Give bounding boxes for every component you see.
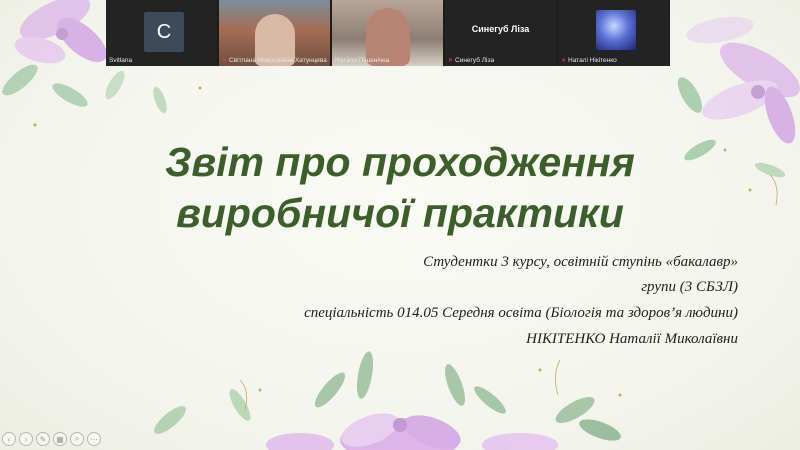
pen-icon[interactable]: ✎ (36, 432, 50, 446)
slide-title-line-1: Звіт про проходження (165, 139, 635, 185)
next-icon[interactable]: › (19, 432, 33, 446)
subtitle-line: спеціальність 014.05 Середня освіта (Біо… (304, 305, 738, 321)
participant-tile[interactable]: ✕ Світлана Миколаївна Хатунцева (219, 0, 330, 66)
mic-muted-icon: ✕ (448, 58, 454, 65)
participant-display-name: Синегуб Ліза (471, 24, 530, 34)
pages-icon[interactable]: ▦ (53, 432, 67, 446)
zoom-icon[interactable]: ⌕ (70, 432, 84, 446)
flower-top-right (686, 16, 800, 144)
participant-tile[interactable]: ✕ Наталі Нікітенко (558, 0, 669, 66)
participant-name: Наталі Нікітенко (568, 57, 617, 64)
mic-muted-icon: ✕ (222, 58, 228, 65)
flower-top-left (14, 0, 107, 64)
subtitle-line: Студентки 3 курсу, освітній ступінь «бак… (423, 254, 738, 270)
previous-icon[interactable]: ‹ (2, 432, 16, 446)
subtitle-line: НІКІТЕНКО Наталії Миколаївни (526, 331, 738, 347)
flower-bottom-center (266, 413, 558, 450)
participant-name: Svitlana (109, 57, 133, 64)
avatar-image (596, 10, 636, 50)
mic-muted-icon: ✕ (561, 58, 567, 65)
subtitle-line: групи (3 СБЗЛ) (641, 279, 738, 295)
more-icon[interactable]: ⋯ (87, 432, 101, 446)
participant-name: Наталя Пішенічна (335, 57, 390, 64)
presentation-slide: C Svitlana ✕ Світлана Миколаївна Хатунцев… (0, 0, 800, 450)
participant-tile[interactable]: Наталя Пішенічна (332, 0, 443, 66)
video-participants-strip: C Svitlana ✕ Світлана Миколаївна Хатунцев… (106, 0, 670, 66)
leaves-top-left (2, 64, 167, 114)
participant-tile[interactable]: Синегуб Ліза ✕ Синегуб Ліза (445, 0, 556, 66)
avatar: C (144, 12, 184, 52)
participant-tile[interactable]: C Svitlana (106, 0, 217, 66)
participant-name: Світлана Миколаївна Хатунцева (229, 57, 327, 64)
slide-title-line-2: виробничої практики (176, 190, 624, 236)
participant-name: Синегуб Ліза (455, 57, 495, 64)
slide-toolbar: ‹ › ✎ ▦ ⌕ ⋯ (2, 432, 101, 446)
